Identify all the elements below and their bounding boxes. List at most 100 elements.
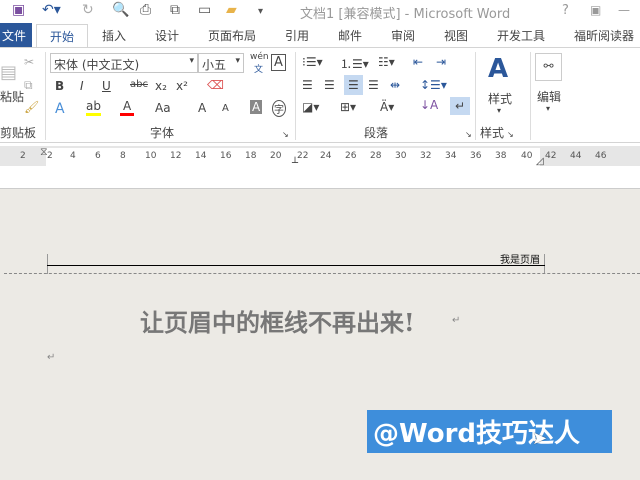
divider: [475, 52, 476, 140]
sort-button[interactable]: ↓A: [420, 98, 438, 112]
tab-review[interactable]: 审阅: [391, 27, 415, 44]
numbering-button[interactable]: ⒈☰▾: [340, 55, 369, 72]
tab-references[interactable]: 引用: [285, 27, 309, 44]
change-case-button[interactable]: Aa: [155, 101, 171, 115]
right-indent-marker-icon[interactable]: ◿: [536, 156, 544, 167]
character-shading-button[interactable]: A: [250, 100, 263, 114]
tab-foxit[interactable]: 福昕阅读器: [574, 27, 634, 44]
customize-toolbar-icon[interactable]: ▾: [258, 6, 263, 17]
character-border-button[interactable]: A: [271, 54, 286, 71]
quick-print-icon[interactable]: ⎙: [140, 2, 151, 18]
format-painter-icon[interactable]: 🖌: [24, 100, 39, 114]
styles-group-label: 样式: [480, 126, 505, 140]
strikethrough-button[interactable]: abc: [130, 79, 148, 90]
paste-button[interactable]: 粘贴: [0, 88, 24, 105]
decrease-indent-button[interactable]: ⇤: [413, 55, 423, 69]
tab-file[interactable]: 文件: [0, 23, 32, 47]
align-right-button[interactable]: ☰: [344, 75, 363, 95]
screen-icon[interactable]: ▭: [198, 2, 211, 18]
font-color-button[interactable]: A: [120, 99, 135, 116]
header-margin-mark: [47, 254, 48, 274]
ruler-tick: 2: [20, 151, 26, 161]
clipboard-group-label: 剪贴板: [0, 126, 37, 140]
bullets-button[interactable]: ⁝☰▾: [302, 55, 323, 69]
help-button[interactable]: ?: [562, 3, 569, 18]
font-name-select[interactable]: 宋体 (中文正文) ▾: [50, 53, 198, 73]
dialog-launcher-icon[interactable]: ↘: [465, 130, 472, 139]
tab-view[interactable]: 视图: [444, 27, 468, 44]
header-text[interactable]: 我是页眉: [500, 251, 540, 266]
font-size-select[interactable]: 小五 ▾: [198, 53, 244, 73]
ruler-tick: 46: [595, 151, 607, 161]
ruler-tick: 4: [70, 151, 76, 161]
phonetic-guide-button[interactable]: wén 文: [250, 52, 269, 75]
distributed-button[interactable]: ⇹: [390, 78, 400, 92]
superscript-button[interactable]: x²: [176, 79, 188, 93]
highlight-color-button[interactable]: ab: [86, 99, 101, 116]
ruler-tick: 10: [145, 151, 157, 161]
save-icon[interactable]: ▣: [12, 2, 25, 18]
phonetic-char: 文: [254, 65, 264, 75]
paragraph-group-label: 段落: [364, 126, 389, 140]
dialog-launcher-icon[interactable]: ↘: [507, 130, 514, 139]
chevron-down-icon: ▾: [235, 56, 240, 66]
tab-home[interactable]: 开始: [36, 24, 88, 48]
font-name-value: 宋体 (中文正文): [54, 58, 140, 72]
redo-icon[interactable]: ↻: [82, 2, 94, 18]
tab-mailings[interactable]: 邮件: [338, 27, 362, 44]
shrink-font-button[interactable]: A: [222, 103, 229, 114]
tab-stop-icon[interactable]: ┴: [292, 158, 298, 169]
indent-marker-icon[interactable]: ⧖: [40, 145, 48, 159]
ruler-tick: 2: [47, 151, 53, 161]
styles-button[interactable]: 样式: [488, 90, 512, 107]
show-marks-button[interactable]: ↵: [450, 97, 471, 115]
line-spacing-button[interactable]: ↕☰▾: [420, 78, 447, 92]
align-left-button[interactable]: ☰: [302, 78, 313, 92]
ruler-tick: 26: [345, 151, 357, 161]
document-heading[interactable]: 让页眉中的框线不再出来!: [140, 303, 415, 338]
paste-icon[interactable]: ▤: [0, 62, 17, 83]
watermark-banner: @Word技巧达人: [367, 410, 612, 453]
open-folder-icon[interactable]: ▰: [226, 2, 237, 18]
multilevel-list-button[interactable]: ☷▾: [378, 55, 395, 69]
chevron-down-icon: ▾: [546, 104, 551, 113]
justify-button[interactable]: ☰: [368, 78, 379, 92]
asian-layout-button[interactable]: Ä▾: [380, 100, 394, 114]
ruler-tick: 36: [470, 151, 482, 161]
ruler-tick: 28: [370, 151, 382, 161]
bold-button[interactable]: B: [55, 79, 64, 93]
ribbon-display-icon[interactable]: ▣: [590, 3, 601, 17]
tab-design[interactable]: 设计: [155, 27, 179, 44]
dialog-launcher-icon[interactable]: ↘: [282, 130, 289, 139]
copy-icon[interactable]: ⧉: [24, 78, 33, 93]
enclose-characters-button[interactable]: 字: [272, 100, 286, 117]
header-separator: [4, 273, 640, 274]
italic-button[interactable]: I: [80, 79, 84, 93]
center-button[interactable]: ☰: [324, 78, 335, 92]
tab-page-layout[interactable]: 页面布局: [208, 27, 256, 44]
tab-developer[interactable]: 开发工具: [497, 27, 545, 44]
subscript-button[interactable]: x₂: [155, 79, 167, 93]
ruler-tick: 34: [445, 151, 457, 161]
borders-button[interactable]: ⊞▾: [340, 100, 356, 114]
text-effects-button[interactable]: A: [55, 101, 65, 117]
shading-button[interactable]: ◪▾: [302, 100, 319, 114]
editing-button[interactable]: 编辑: [537, 88, 561, 105]
ruler-tick: 32: [420, 151, 432, 161]
increase-indent-button[interactable]: ⇥: [436, 55, 446, 69]
cut-icon[interactable]: ✂: [24, 55, 34, 69]
window-title: 文档1 [兼容模式] - Microsoft Word: [300, 7, 511, 22]
clear-formatting-icon[interactable]: ⌫: [207, 78, 224, 92]
undo-icon[interactable]: ↶▾: [42, 2, 61, 18]
header-border-line: [47, 265, 545, 266]
phonetic-label: wén: [250, 52, 269, 62]
grow-font-button[interactable]: A: [198, 101, 206, 115]
minimize-button[interactable]: —: [618, 3, 630, 17]
tab-insert[interactable]: 插入: [102, 27, 126, 44]
header-margin-mark: [544, 254, 545, 274]
print-preview-icon[interactable]: 🔍: [112, 2, 129, 18]
copy-format-icon[interactable]: ⧉: [170, 2, 180, 18]
binoculars-icon[interactable]: ⚯: [535, 53, 562, 81]
styles-icon[interactable]: A: [488, 54, 508, 84]
underline-button[interactable]: U: [102, 79, 111, 93]
